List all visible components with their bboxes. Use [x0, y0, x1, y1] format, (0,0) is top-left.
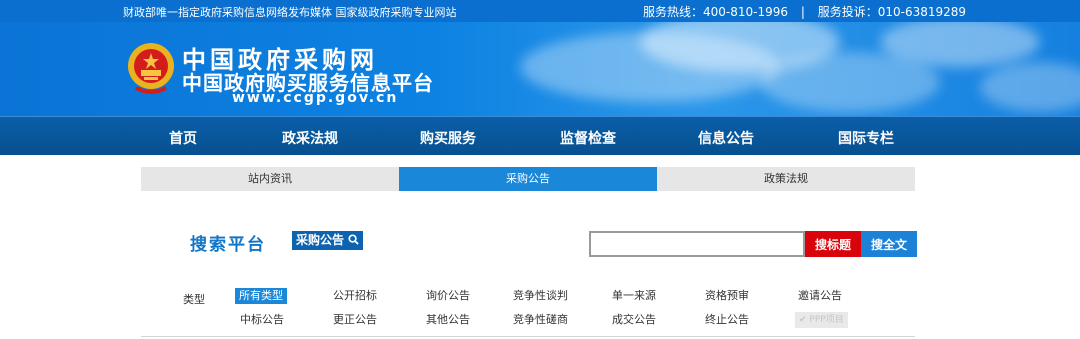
site-slogan: 财政部唯一指定政府采购信息网络发布媒体 国家级政府采购专业网站 — [123, 6, 457, 19]
search-category-label: 采购公告 — [296, 233, 345, 247]
site-banner: 中国政府采购网 中国政府购买服务信息平台 www.ccgp.gov.cn — [0, 22, 1080, 116]
tab-procurement-notices[interactable]: 采购公告 — [399, 167, 657, 191]
sub-tabs: 站内资讯 采购公告 政策法规 — [141, 167, 915, 191]
filter-public-tender[interactable]: 公开招标 — [329, 288, 381, 304]
divider: | — [800, 5, 805, 19]
filter-other[interactable]: 其他公告 — [422, 312, 474, 328]
check-icon: ✔ — [799, 315, 807, 325]
filter-competitive-negotiation[interactable]: 竞争性谈判 — [509, 288, 572, 304]
filter-competitive-consultation[interactable]: 竞争性磋商 — [509, 312, 572, 328]
nav-supervision[interactable]: 监督检查 — [560, 128, 616, 148]
nav-international[interactable]: 国际专栏 — [838, 128, 894, 148]
filter-single-source[interactable]: 单一来源 — [608, 288, 660, 304]
filter-all-types[interactable]: 所有类型 — [235, 288, 287, 304]
nav-home[interactable]: 首页 — [169, 128, 197, 148]
contact-info: 服务热线：400-810-1996 | 服务投诉：010-63819289 — [643, 3, 966, 20]
search-title-button[interactable]: 搜标题 — [805, 231, 861, 257]
filter-invitation[interactable]: 邀请公告 — [794, 288, 846, 304]
national-emblem-icon — [128, 43, 174, 94]
search-icon — [348, 234, 359, 245]
site-url: www.ccgp.gov.cn — [232, 90, 399, 106]
service-complaint: 服务投诉：010-63819289 — [817, 5, 967, 19]
nav-purchase-service[interactable]: 购买服务 — [420, 128, 476, 148]
filter-ppp[interactable]: ✔ PPP项目 — [795, 312, 848, 328]
nav-regulations[interactable]: 政采法规 — [282, 128, 338, 148]
top-info-bar: 财政部唯一指定政府采购信息网络发布媒体 国家级政府采购专业网站 服务热线：400… — [0, 0, 1080, 22]
tab-site-news[interactable]: 站内资讯 — [141, 167, 399, 191]
filter-ppp-label: PPP项目 — [809, 315, 844, 325]
search-input[interactable] — [589, 231, 805, 257]
service-hotline: 服务热线：400-810-1996 — [643, 5, 789, 19]
search-fulltext-button[interactable]: 搜全文 — [861, 231, 917, 257]
type-filter-label: 类型 — [183, 293, 205, 306]
search-platform-title: 搜索平台 — [190, 235, 266, 255]
filter-correction[interactable]: 更正公告 — [329, 312, 381, 328]
tab-policies[interactable]: 政策法规 — [657, 167, 915, 191]
divider-line — [141, 336, 915, 337]
filter-prequalification[interactable]: 资格预审 — [701, 288, 753, 304]
filter-transaction[interactable]: 成交公告 — [608, 312, 660, 328]
search-category-tag: 采购公告 — [292, 231, 364, 250]
main-navigation: 首页 政采法规 购买服务 监督检查 信息公告 国际专栏 — [0, 116, 1080, 155]
filter-award[interactable]: 中标公告 — [236, 312, 288, 328]
filter-inquiry[interactable]: 询价公告 — [422, 288, 474, 304]
nav-announcements[interactable]: 信息公告 — [698, 128, 754, 148]
filter-termination[interactable]: 终止公告 — [701, 312, 753, 328]
